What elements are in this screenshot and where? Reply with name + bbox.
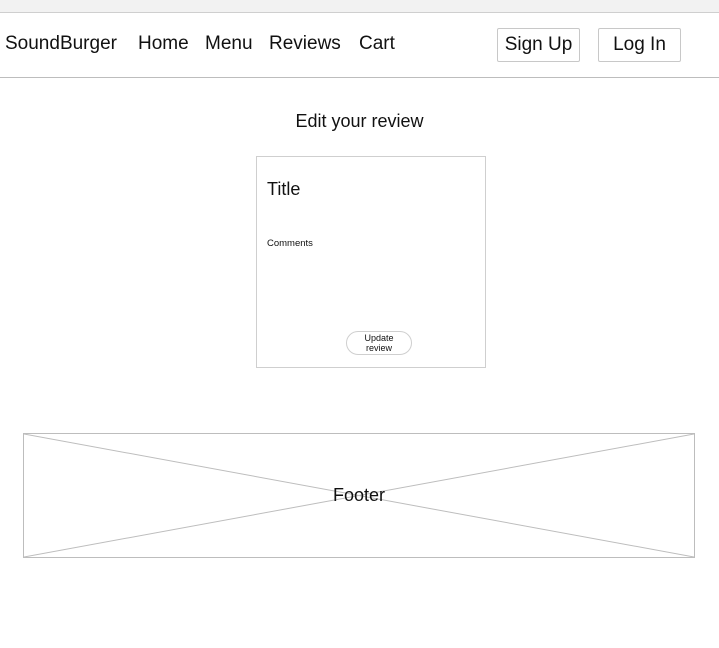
nav-link-cart[interactable]: Cart bbox=[359, 33, 395, 55]
nav-link-reviews[interactable]: Reviews bbox=[269, 33, 341, 55]
title-field[interactable]: Title bbox=[267, 179, 300, 200]
login-button[interactable]: Log In bbox=[598, 28, 681, 62]
comments-field[interactable]: Comments bbox=[267, 238, 313, 249]
signup-button[interactable]: Sign Up bbox=[497, 28, 580, 62]
footer-placeholder: Footer bbox=[23, 433, 695, 558]
brand-logo[interactable]: SoundBurger bbox=[5, 33, 117, 55]
page-title: Edit your review bbox=[295, 111, 424, 131]
update-review-button[interactable]: Update review bbox=[346, 331, 412, 355]
footer-label: Footer bbox=[332, 485, 386, 505]
nav-link-menu[interactable]: Menu bbox=[205, 33, 253, 55]
browser-top-strip bbox=[0, 0, 719, 13]
navbar: SoundBurger Home Menu Reviews Cart Sign … bbox=[0, 13, 719, 78]
review-form-card: Title Comments Update review bbox=[256, 156, 486, 368]
nav-link-home[interactable]: Home bbox=[138, 33, 189, 55]
